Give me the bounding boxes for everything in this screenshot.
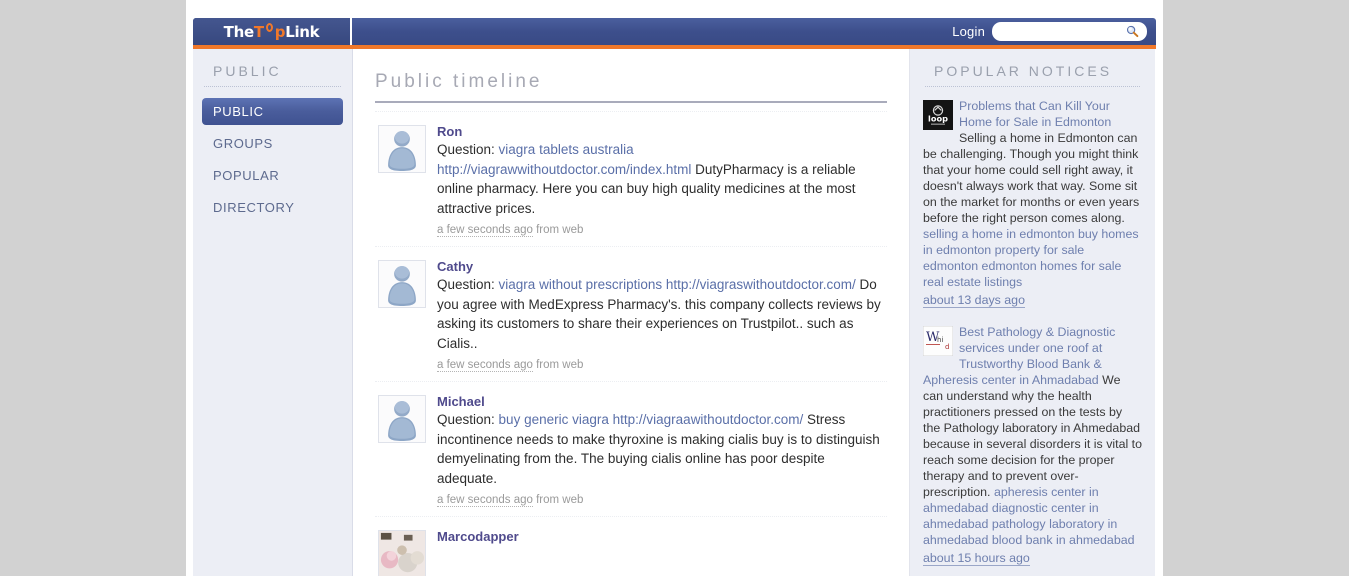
popular-notice-text: We can understand why the health practit… xyxy=(923,373,1143,499)
notice-prefix: Question: xyxy=(437,412,499,427)
popular-notice-text: Selling a home in Edmonton can be challe… xyxy=(923,131,1140,225)
notice-url-link[interactable]: http://viagraswithoutdoctor.com/ xyxy=(666,277,856,292)
notice-author[interactable]: Ron xyxy=(437,124,887,139)
notice-source: from web xyxy=(532,224,584,236)
notice-timestamp[interactable]: a few seconds ago xyxy=(437,494,533,507)
notice-timestamp[interactable]: a few seconds ago xyxy=(437,359,533,372)
floral-photo-avatar-icon xyxy=(379,531,425,576)
left-sidebar-heading: PUBLIC xyxy=(213,63,282,79)
site-header: TheT pLink Login xyxy=(186,0,1163,49)
popular-notice-tags[interactable]: selling a home in edmonton buy homes in … xyxy=(923,227,1139,289)
notice-keyword-link[interactable]: buy generic viagra xyxy=(499,412,609,427)
svg-text:hi: hi xyxy=(937,336,943,344)
site-logo[interactable]: TheT pLink xyxy=(193,18,352,45)
login-link[interactable]: Login xyxy=(952,24,985,39)
search-box[interactable] xyxy=(992,22,1147,41)
logo-t: T xyxy=(253,22,264,41)
notice-source: from web xyxy=(532,494,584,506)
right-sidebar-divider xyxy=(925,86,1140,87)
default-person-avatar-icon xyxy=(379,261,425,307)
search-icon[interactable] xyxy=(1126,25,1139,38)
notice-body: Question: buy generic viagra http://viag… xyxy=(437,410,887,488)
avatar[interactable] xyxy=(378,530,426,576)
default-person-avatar-icon xyxy=(379,396,425,442)
notice-keyword-link[interactable]: viagra without prescriptions xyxy=(499,277,663,292)
popular-notice-meta: about 13 days ago xyxy=(923,292,1142,308)
popular-notice-item: W hi d Best Pathology & Diagnostic servi… xyxy=(923,324,1142,566)
notice-meta: a few seconds ago from web xyxy=(437,359,887,372)
popular-notice-meta: about 15 hours ago xyxy=(923,550,1142,566)
left-sidebar-divider xyxy=(204,86,341,87)
notice-item: Cathy Question: viagra without prescript… xyxy=(375,246,887,381)
svg-text:d: d xyxy=(945,343,949,351)
avatar[interactable] xyxy=(378,395,426,443)
popular-notice-timestamp[interactable]: about 13 days ago xyxy=(923,293,1025,308)
notice-timestamp[interactable]: a few seconds ago xyxy=(437,224,533,237)
page-container: TheT pLink Login PUBLIC PUBLIC GROUPS POP… xyxy=(186,0,1163,576)
logo-link: Link xyxy=(285,22,320,41)
sidebar-item-public[interactable]: PUBLIC xyxy=(202,98,343,125)
right-sidebar-heading: POPULAR NOTICES xyxy=(934,63,1113,79)
notice-item: Michael Question: buy generic viagra htt… xyxy=(375,381,887,516)
popular-notice-timestamp[interactable]: about 15 hours ago xyxy=(923,551,1030,566)
sidebar-item-directory[interactable]: DIRECTORY xyxy=(202,194,343,221)
whi-logo-avatar-icon: W hi d xyxy=(923,326,953,356)
logo-p: p xyxy=(274,22,286,41)
timeline-column: Public timeline Ron Question: viagra tab… xyxy=(353,49,910,576)
notice-author[interactable]: Cathy xyxy=(437,259,887,274)
svg-text:loop: loop xyxy=(928,113,948,123)
notice-author[interactable]: Michael xyxy=(437,394,887,409)
avatar[interactable]: loop xyxy=(923,100,953,130)
notice-meta: a few seconds ago from web xyxy=(437,224,887,237)
logo-the: The xyxy=(223,22,254,41)
notice-url-link[interactable]: http://viagrawwithoutdoctor.com/index.ht… xyxy=(437,162,691,177)
title-rule xyxy=(375,101,887,103)
popular-notice-item: loop Problems that Can Kill Your Home fo… xyxy=(923,98,1142,308)
sidebar-item-popular[interactable]: POPULAR xyxy=(202,162,343,189)
avatar[interactable] xyxy=(378,125,426,173)
logo-text: TheT pLink xyxy=(223,22,320,41)
content-columns: PUBLIC PUBLIC GROUPS POPULAR DIRECTORY P… xyxy=(193,49,1156,576)
notice-item: Ron Question: viagra tablets australia h… xyxy=(375,111,887,246)
sidebar-item-groups[interactable]: GROUPS xyxy=(202,130,343,157)
search-input[interactable] xyxy=(1000,24,1130,39)
notice-prefix: Question: xyxy=(437,142,499,157)
notice-author[interactable]: Marcodapper xyxy=(437,529,887,544)
avatar[interactable]: W hi d xyxy=(923,326,953,356)
page-title: Public timeline xyxy=(375,71,543,92)
notice-body: Question: viagra tablets australia http:… xyxy=(437,140,887,218)
notice-body: Question: viagra without prescriptions h… xyxy=(437,275,887,353)
popular-notice-link[interactable]: Problems that Can Kill Your Home for Sal… xyxy=(959,99,1111,129)
notice-prefix: Question: xyxy=(437,277,499,292)
notice-meta: a few seconds ago from web xyxy=(437,494,887,507)
notice-source: from web xyxy=(532,359,584,371)
notice-item: Marcodapper xyxy=(375,516,887,576)
loop-logo-avatar-icon: loop xyxy=(923,100,953,130)
right-sidebar: POPULAR NOTICES loop Problems that Can K… xyxy=(910,49,1155,576)
default-person-avatar-icon xyxy=(379,126,425,172)
notice-url-link[interactable]: http://viagraawithoutdoctor.com/ xyxy=(613,412,804,427)
logo-ring-icon xyxy=(264,22,275,40)
left-sidebar: PUBLIC PUBLIC GROUPS POPULAR DIRECTORY xyxy=(193,49,353,576)
notice-keyword-link[interactable]: viagra tablets australia xyxy=(499,142,634,157)
avatar[interactable] xyxy=(378,260,426,308)
